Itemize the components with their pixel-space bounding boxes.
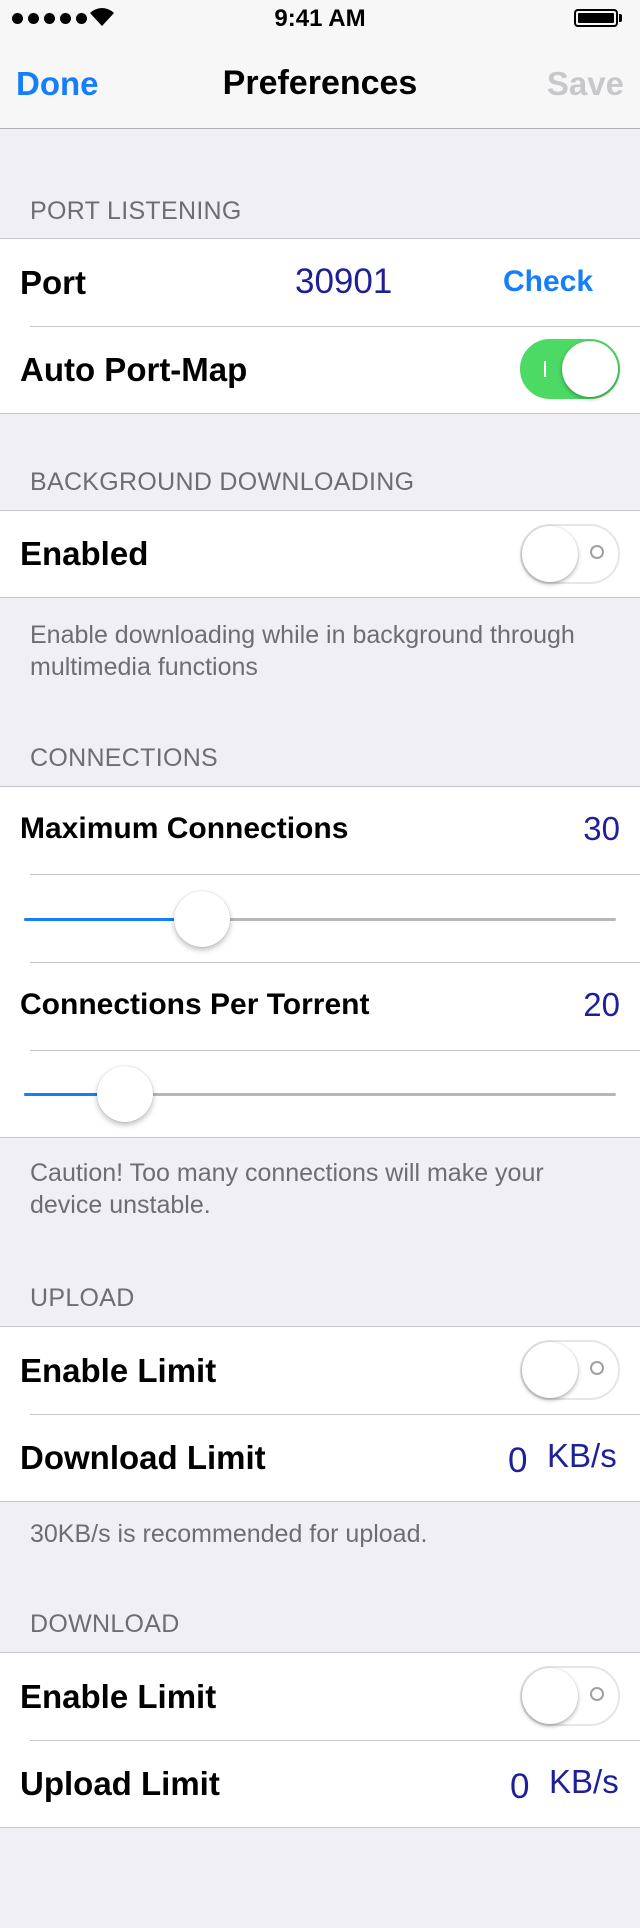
max-connections-slider[interactable] — [24, 889, 616, 949]
check-button[interactable]: Check — [503, 265, 593, 299]
port-label: Port — [20, 264, 86, 301]
max-connections-slider-row — [0, 875, 640, 963]
connections-per-torrent-slider-row — [0, 1051, 640, 1137]
auto-port-map-row: Auto Port-Map — [0, 327, 640, 413]
enabled-label: Enabled — [20, 535, 149, 572]
connections-group: Maximum Connections 30 Connections Per T… — [0, 786, 640, 1138]
background-downloading-group: Enabled — [0, 510, 640, 598]
upload-limit-unit: KB/s — [547, 1437, 617, 1474]
slider-thumb[interactable] — [174, 891, 230, 947]
connections-per-torrent-row: Connections Per Torrent 20 — [0, 963, 640, 1051]
done-button[interactable]: Done — [16, 65, 99, 103]
enabled-row: Enabled — [0, 511, 640, 597]
connections-per-torrent-label: Connections Per Torrent — [20, 988, 370, 1021]
section-header-upload: UPLOAD — [30, 1284, 135, 1312]
background-downloading-footer: Enable downloading while in background t… — [30, 621, 575, 681]
download-enable-limit-toggle[interactable] — [520, 1666, 620, 1726]
download-enable-limit-row: Enable Limit — [0, 1653, 640, 1741]
upload-group: Enable Limit Download Limit 0 KB/s — [0, 1326, 640, 1502]
slider-thumb[interactable] — [97, 1066, 153, 1122]
upload-footer: 30KB/s is recommended for upload. — [30, 1520, 428, 1548]
max-connections-label: Maximum Connections — [20, 812, 349, 845]
download-limit-input[interactable]: 0 — [510, 1767, 529, 1807]
download-group: Enable Limit Upload Limit 0 KB/s — [0, 1652, 640, 1828]
download-limit-unit: KB/s — [549, 1763, 619, 1800]
status-bar: 9:41 AM — [0, 0, 640, 40]
upload-limit-input[interactable]: 0 — [508, 1441, 527, 1481]
port-row: Port 30901 Check — [0, 239, 640, 327]
download-enable-limit-label: Enable Limit — [20, 1678, 217, 1715]
navigation-bar: Done Preferences Save — [0, 40, 640, 129]
connections-per-torrent-slider[interactable] — [24, 1064, 616, 1124]
upload-limit-row: Download Limit 0 KB/s — [0, 1415, 640, 1501]
download-limit-label: Upload Limit — [20, 1765, 220, 1802]
max-connections-value: 30 — [583, 810, 620, 847]
connections-per-torrent-value: 20 — [583, 986, 620, 1023]
upload-enable-limit-label: Enable Limit — [20, 1352, 217, 1389]
auto-port-map-toggle[interactable] — [520, 339, 620, 399]
upload-limit-label: Download Limit — [20, 1439, 266, 1476]
section-header-background-downloading: BACKGROUND DOWNLOADING — [30, 468, 415, 496]
section-header-port-listening: PORT LISTENING — [30, 197, 242, 225]
section-header-connections: CONNECTIONS — [30, 744, 219, 772]
download-limit-row: Upload Limit 0 KB/s — [0, 1741, 640, 1827]
status-time: 9:41 AM — [274, 5, 366, 32]
background-enabled-toggle[interactable] — [520, 524, 620, 584]
upload-enable-limit-row: Enable Limit — [0, 1327, 640, 1415]
auto-port-map-label: Auto Port-Map — [20, 351, 248, 388]
max-connections-row: Maximum Connections 30 — [0, 787, 640, 875]
save-button[interactable]: Save — [547, 65, 624, 103]
port-input[interactable]: 30901 — [295, 262, 392, 302]
upload-enable-limit-toggle[interactable] — [520, 1340, 620, 1400]
section-header-download: DOWNLOAD — [30, 1610, 180, 1638]
port-listening-group: Port 30901 Check Auto Port-Map — [0, 238, 640, 414]
connections-footer: Caution! Too many connections will make … — [30, 1159, 544, 1219]
battery-icon — [574, 9, 622, 27]
